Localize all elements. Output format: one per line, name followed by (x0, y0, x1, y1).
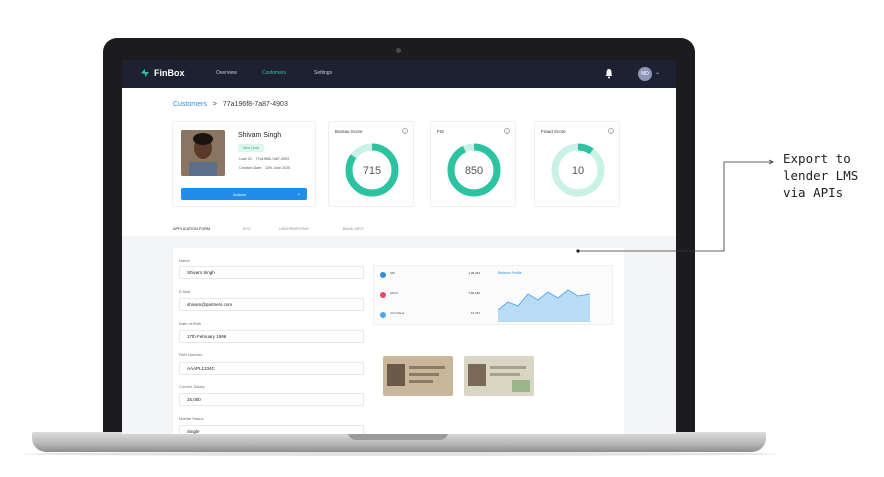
annotation-line: Export to (783, 151, 851, 166)
callout-annotation: Export to lender LMS via APIs (783, 150, 858, 201)
callout-connector (576, 159, 774, 253)
annotation-line: via APIs (783, 185, 844, 200)
stage: FinBox Overview Customers Settings MD ⌄ … (0, 0, 884, 477)
annotation-line: lender LMS (783, 168, 859, 183)
